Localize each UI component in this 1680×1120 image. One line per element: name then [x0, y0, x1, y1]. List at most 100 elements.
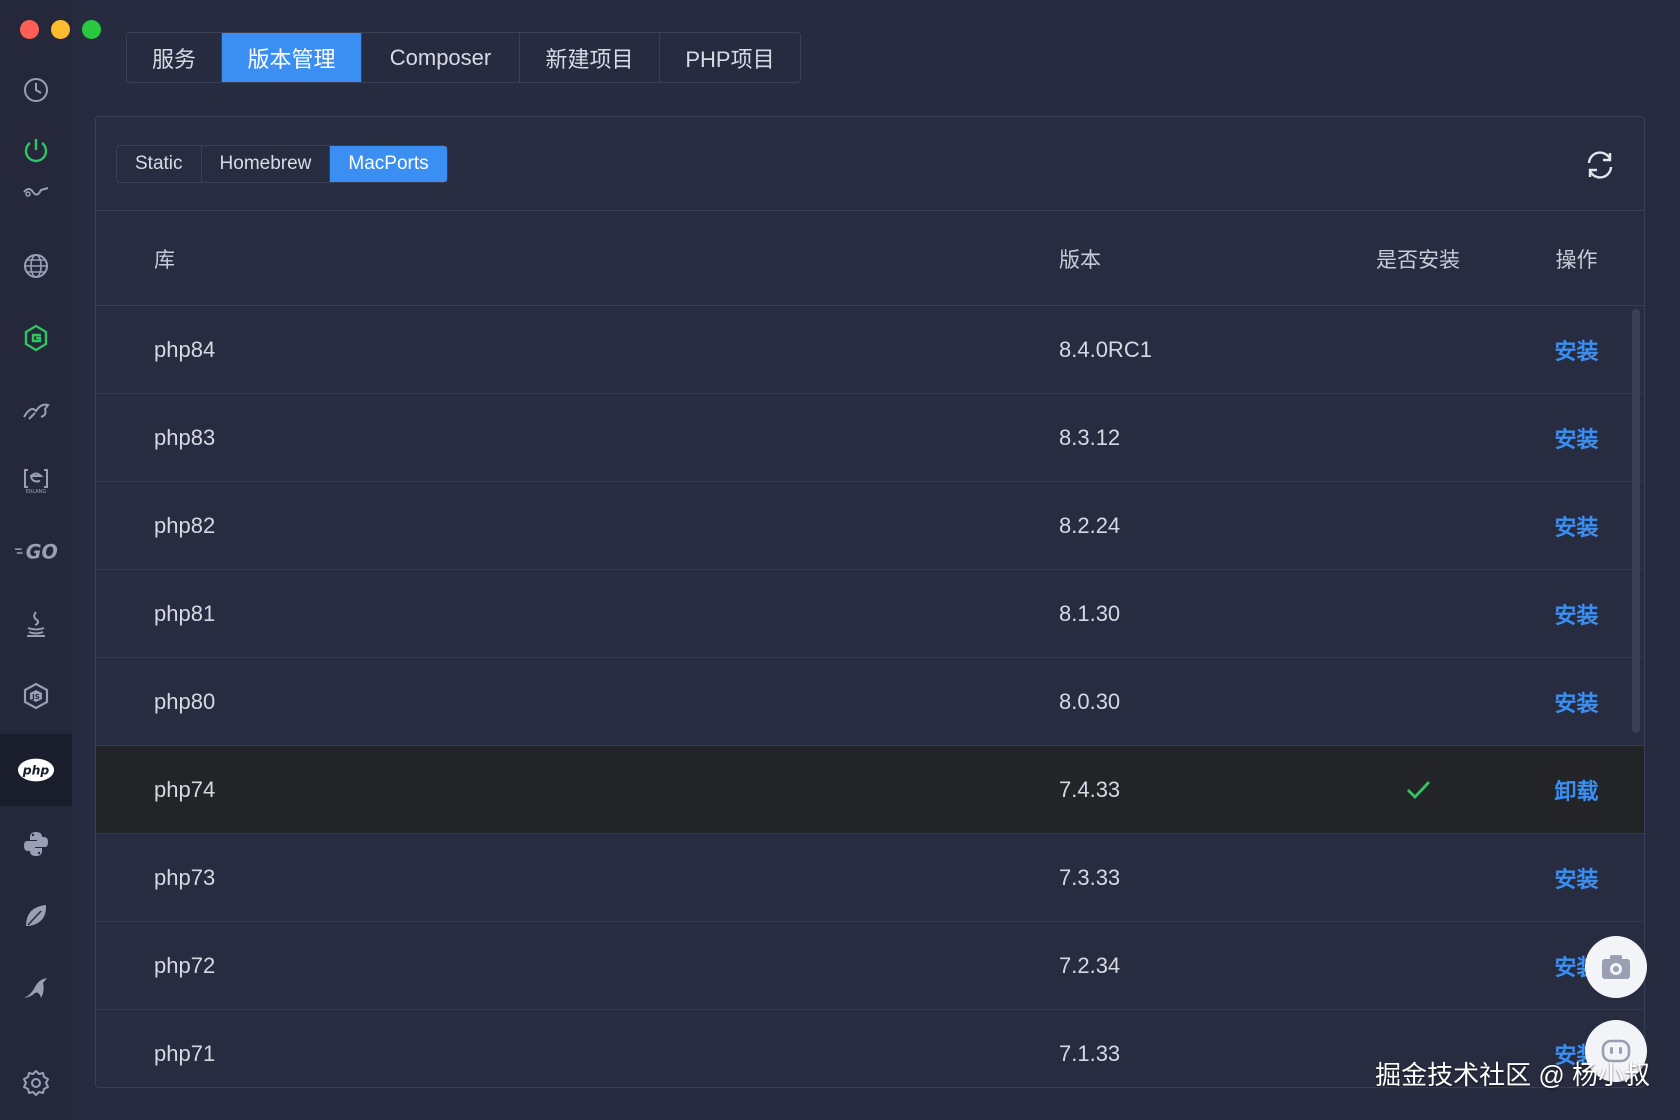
table-row[interactable]: php73 7.3.33 安装	[96, 834, 1644, 922]
sidebar-item-go[interactable]: GO	[0, 520, 72, 584]
version-panel: Static Homebrew MacPorts 库 版本 是否安装 操作 ph…	[95, 116, 1645, 1088]
row-lib: php74	[154, 776, 216, 802]
row-version: 8.4.0RC1	[1059, 336, 1152, 362]
row-version: 7.4.33	[1059, 776, 1121, 802]
power-icon	[24, 139, 48, 163]
row-action: 安装	[1507, 510, 1644, 542]
sidebar-item-java[interactable]	[0, 592, 72, 656]
row-action: 卸载	[1507, 774, 1644, 806]
handshake-icon	[23, 187, 49, 197]
check-icon	[1407, 780, 1431, 799]
app-window: ERLANG GO JS php 服务 版本管理 Composer 新建项目 P…	[0, 0, 1680, 1120]
row-version: 8.3.12	[1059, 424, 1121, 450]
sidebar-item-clock[interactable]	[0, 58, 72, 122]
tab-new-project[interactable]: 新建项目	[520, 33, 660, 82]
row-lib: php80	[154, 688, 216, 714]
table-row[interactable]: php84 8.4.0RC1 安装	[96, 306, 1644, 394]
row-version: 8.0.30	[1059, 688, 1121, 714]
table-row[interactable]: php82 8.2.24 安装	[96, 482, 1644, 570]
sidebar-item-nodejs[interactable]: JS	[0, 664, 72, 728]
python-icon	[24, 832, 48, 856]
install-button[interactable]: 安装	[1554, 686, 1598, 718]
watermark: 掘金技术社区 @ 杨小叔	[1375, 1060, 1650, 1090]
screenshot-button[interactable]	[1585, 936, 1647, 998]
maximize-window-button[interactable]	[82, 20, 101, 39]
sidebar-item-settings[interactable]	[0, 1050, 72, 1116]
go-icon: GO	[14, 541, 58, 564]
header-lib: 库	[154, 248, 175, 272]
row-version: 8.2.24	[1059, 512, 1121, 538]
refresh-button[interactable]	[1580, 145, 1620, 185]
erlang-icon: ERLANG	[24, 469, 48, 495]
row-action: 安装	[1507, 686, 1644, 718]
sidebar-item-php[interactable]: php	[0, 734, 72, 806]
row-lib: php82	[154, 512, 216, 538]
sidebar-item-tomcat[interactable]	[0, 378, 72, 442]
sidebar-item-handshake[interactable]	[0, 172, 72, 212]
window-controls	[20, 20, 101, 39]
table-row[interactable]: php83 8.3.12 安装	[96, 394, 1644, 482]
uninstall-button[interactable]: 卸载	[1554, 774, 1598, 806]
row-lib: php83	[154, 424, 216, 450]
php-icon: php	[17, 758, 55, 782]
sidebar: ERLANG GO JS php	[0, 0, 101, 1120]
tab-version-management[interactable]: 版本管理	[222, 33, 362, 82]
sidebar-item-leaf[interactable]	[0, 884, 72, 948]
row-version: 8.1.30	[1059, 600, 1121, 626]
leaf-icon	[26, 905, 47, 926]
sidebar-item-mysql[interactable]	[0, 956, 72, 1020]
source-tabs: Static Homebrew MacPorts	[116, 145, 448, 183]
install-button[interactable]: 安装	[1554, 598, 1598, 630]
table-header: 库 版本 是否安装 操作	[96, 212, 1644, 306]
tab-homebrew[interactable]: Homebrew	[202, 146, 331, 182]
table-body: php84 8.4.0RC1 安装 php83 8.3.12 安装 php82 8.2.24 安…	[96, 306, 1644, 1087]
minimize-window-button[interactable]	[51, 20, 70, 39]
tab-composer[interactable]: Composer	[362, 33, 520, 82]
camera-icon	[1602, 955, 1630, 979]
row-version: 7.3.33	[1059, 864, 1121, 890]
svg-text:GO: GO	[26, 541, 58, 564]
row-version: 7.2.34	[1059, 952, 1121, 978]
table-row[interactable]: php81 8.1.30 安装	[96, 570, 1644, 658]
row-version: 7.1.33	[1059, 1040, 1121, 1066]
refresh-icon	[1587, 151, 1613, 179]
sidebar-item-globe[interactable]	[0, 234, 72, 298]
row-lib: php71	[154, 1040, 216, 1066]
tab-static[interactable]: Static	[117, 146, 202, 182]
svg-text:JS: JS	[31, 693, 40, 701]
tab-php-project[interactable]: PHP项目	[660, 33, 800, 82]
sidebar-item-gitea[interactable]	[0, 306, 72, 370]
tab-services[interactable]: 服务	[127, 33, 222, 82]
row-action: 安装	[1507, 862, 1644, 894]
row-action: 安装	[1507, 598, 1644, 630]
bird-icon	[24, 978, 47, 998]
svg-text:php: php	[22, 764, 50, 778]
table-row[interactable]: php74 7.4.33 卸载	[96, 746, 1644, 834]
panel-header: Static Homebrew MacPorts	[96, 117, 1644, 211]
row-lib: php84	[154, 336, 216, 362]
settings-icon	[23, 1070, 49, 1096]
scrollbar[interactable]	[1632, 309, 1640, 733]
table-row[interactable]: php72 7.2.34 安装	[96, 922, 1644, 1010]
row-action: 安装	[1507, 334, 1644, 366]
globe-icon	[24, 254, 48, 278]
row-lib: php72	[154, 952, 216, 978]
sidebar-item-erlang[interactable]: ERLANG	[0, 448, 72, 512]
header-version: 版本	[1059, 248, 1101, 272]
table-row[interactable]: php80 8.0.30 安装	[96, 658, 1644, 746]
header-action: 操作	[1555, 248, 1598, 272]
close-window-button[interactable]	[20, 20, 39, 39]
row-lib: php81	[154, 600, 216, 626]
row-action: 安装	[1507, 422, 1644, 454]
top-tabs: 服务 版本管理 Composer 新建项目 PHP项目	[126, 32, 801, 83]
install-button[interactable]: 安装	[1554, 862, 1598, 894]
header-installed: 是否安装	[1376, 248, 1460, 272]
row-installed	[1329, 775, 1507, 805]
gitea-icon	[24, 324, 48, 352]
install-button[interactable]: 安装	[1554, 510, 1598, 542]
sidebar-item-python[interactable]	[0, 812, 72, 876]
row-lib: php73	[154, 864, 216, 890]
install-button[interactable]: 安装	[1554, 422, 1598, 454]
install-button[interactable]: 安装	[1554, 334, 1598, 366]
tab-macports[interactable]: MacPorts	[330, 146, 447, 182]
